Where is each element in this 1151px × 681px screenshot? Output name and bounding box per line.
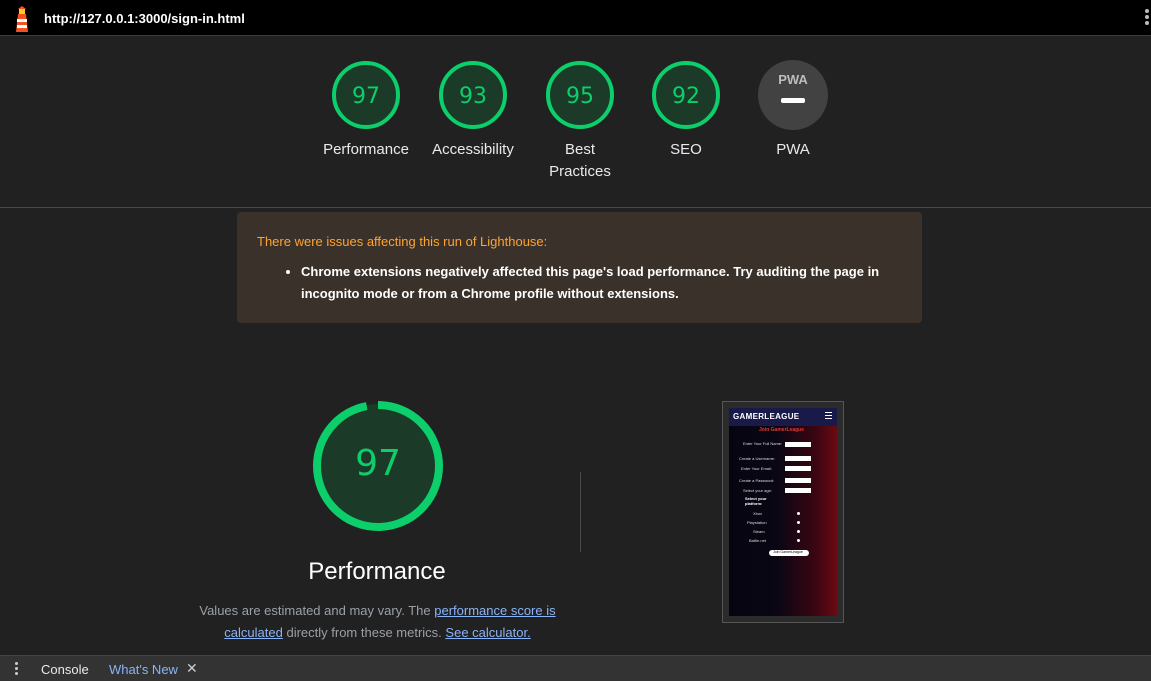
phone-heading: Join GamerLeague [759, 427, 805, 433]
phone-field-label: Select your age: [743, 488, 772, 493]
gauge-label: SEO [670, 141, 702, 158]
gauge-score: 92 [672, 84, 700, 109]
desc-prefix: Values are estimated and may vary. The [199, 603, 431, 618]
performance-score: 97 [355, 443, 401, 484]
drawer-toolbar: Console What's New ✕ [0, 655, 1151, 681]
phone-brand: GAMERLEAGUE [733, 412, 800, 421]
lighthouse-icon [16, 6, 28, 32]
phone-field-label: Enter Your Email: [741, 466, 772, 471]
phone-platform: Playstation [747, 520, 767, 525]
warning-item: Chrome extensions negatively affected th… [301, 261, 902, 305]
gauge-accessibility[interactable]: 93 Accessibility [418, 59, 528, 161]
section-divider [0, 207, 1151, 208]
pwa-badge-text: PWA [778, 72, 808, 87]
console-tab[interactable]: Console [41, 662, 89, 677]
desc-middle: directly from these metrics. [286, 625, 442, 640]
gauge-best-practices[interactable]: 95 Best Practices [525, 59, 635, 183]
phone-field-label: Enter Your Full Name: [743, 441, 783, 446]
gauge-score: 93 [459, 84, 487, 109]
gauge-label: Accessibility [432, 141, 514, 158]
gauge-score: 97 [352, 84, 380, 109]
more-options-icon[interactable] [1145, 9, 1151, 27]
phone-join-label: Join GamerLeague [773, 550, 803, 554]
phone-field-label: Create a Username: [739, 456, 776, 461]
gauge-ring: 95 [546, 61, 614, 129]
phone-input [785, 442, 811, 447]
menu-icon [825, 412, 832, 421]
gauge-ring: 97 [332, 61, 400, 129]
radio-icon [797, 512, 800, 515]
gauge-pwa[interactable]: PWA PWA [738, 59, 848, 161]
gauge-label: PWA [776, 141, 810, 158]
phone-header: GAMERLEAGUE [729, 408, 837, 426]
gauge-performance[interactable]: 97 Performance [311, 59, 421, 161]
gauge-score: 95 [566, 84, 594, 109]
phone-input [785, 456, 811, 461]
warning-box: There were issues affecting this run of … [237, 212, 922, 323]
phone-platform: Steam [753, 529, 765, 534]
pwa-icon: PWA [758, 60, 828, 130]
gauge-label: Best Practices [549, 141, 611, 180]
report-topbar: http://127.0.0.1:3000/sign-in.html [0, 0, 1151, 36]
vertical-divider [580, 472, 581, 552]
phone-input [785, 466, 811, 471]
warning-title: There were issues affecting this run of … [257, 234, 548, 249]
phone-platform-heading: Select your platform: [745, 496, 767, 506]
warning-list: Chrome extensions negatively affected th… [257, 261, 902, 305]
radio-icon [797, 530, 800, 533]
gauge-seo[interactable]: 92 SEO [631, 59, 741, 161]
phone-select [785, 488, 811, 493]
phone-input [785, 478, 811, 483]
performance-gauge: 97 [313, 401, 443, 531]
final-screenshot[interactable]: GAMERLEAGUE Join GamerLeague Enter Your … [722, 401, 844, 623]
gauge-label: Performance [323, 141, 409, 158]
radio-icon [797, 521, 800, 524]
performance-description: Values are estimated and may vary. The p… [195, 600, 560, 644]
performance-title: Performance [308, 558, 446, 585]
whats-new-tab[interactable]: What's New [109, 662, 178, 677]
phone-field-label: Create a Password: [739, 478, 775, 483]
phone-platform: Xbox [753, 511, 763, 516]
drawer-menu-icon[interactable] [15, 662, 18, 677]
close-icon[interactable]: ✕ [186, 660, 198, 677]
gauge-ring: 92 [652, 61, 720, 129]
phone-preview: GAMERLEAGUE Join GamerLeague Enter Your … [729, 408, 837, 616]
report-url[interactable]: http://127.0.0.1:3000/sign-in.html [44, 11, 245, 26]
see-calculator-link[interactable]: See calculator. [445, 625, 530, 640]
phone-platform: Battle.net [749, 538, 766, 543]
gauge-ring: 93 [439, 61, 507, 129]
radio-icon [797, 539, 800, 542]
